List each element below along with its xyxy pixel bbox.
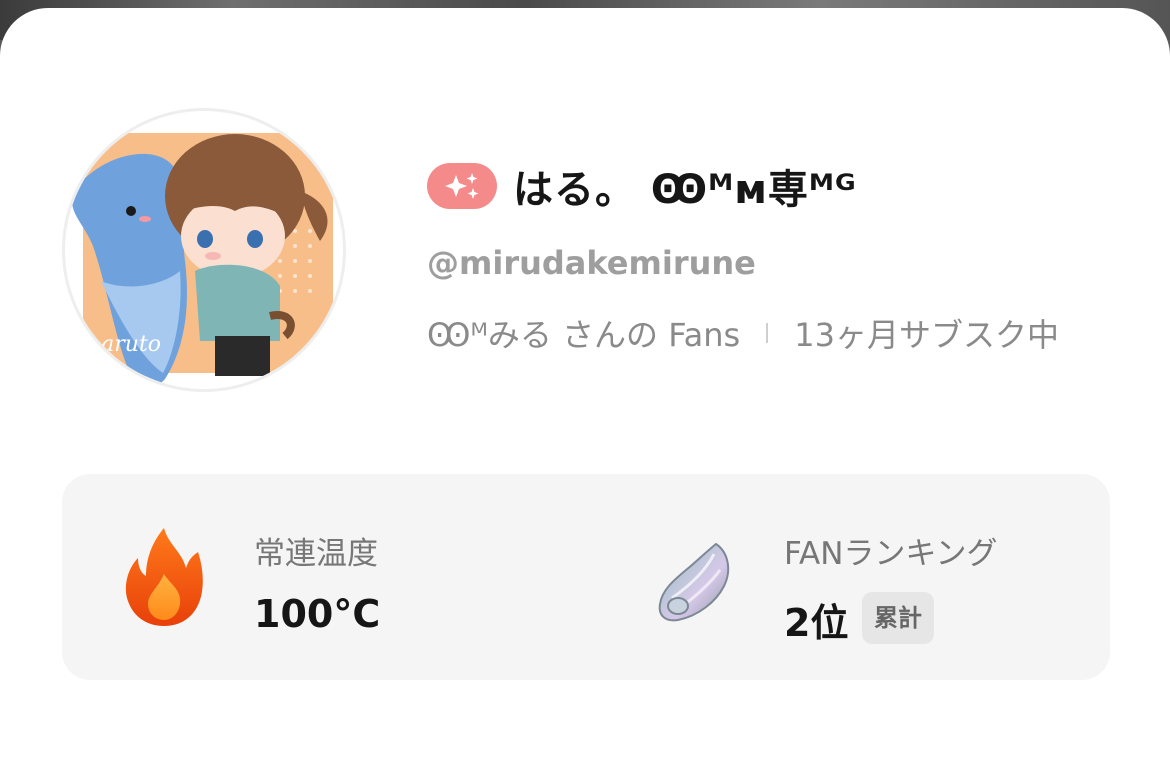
user-handle: @mirudakemirune [427, 244, 756, 282]
flame-icon [125, 528, 203, 626]
regular-temp-label: 常連温度 [254, 536, 378, 572]
display-name: はる。 Ꙭᴹᴍ専ᴹᴳ [513, 167, 857, 213]
cumulative-badge: 累計 [862, 592, 934, 644]
regular-temp-value: 100°C [254, 592, 381, 636]
stats-card: 常連温度 100°C FANランキング 2位 累計 [62, 474, 1110, 680]
sparkles-badge [427, 163, 497, 209]
sparkles-icon [445, 173, 479, 199]
name-row: はる。 Ꙭᴹᴍ専ᴹᴳ [427, 158, 857, 214]
fan-info-row: Ꙭᴹみる さんの Fans 13ヶ月サブスク中 [427, 311, 1059, 355]
subscription-duration: 13ヶ月サブスク中 [794, 316, 1059, 354]
avatar-illustration: haruto [72, 133, 333, 386]
stat-regular-temp[interactable]: 常連温度 100°C [62, 474, 586, 680]
fan-ranking-label: FANランキング [784, 536, 998, 572]
fan-of-text[interactable]: Ꙭᴹみる さんの Fans [427, 310, 740, 356]
avatar-signature: haruto [87, 332, 161, 357]
profile-sheet: haruto はる。 Ꙭᴹᴍ専ᴹᴳ @mirudakemirune Ꙭᴹみる さ… [0, 8, 1170, 782]
avatar[interactable]: haruto [62, 108, 346, 392]
divider [766, 323, 769, 343]
stat-fan-ranking[interactable]: FANランキング 2位 累計 [586, 474, 1110, 680]
fan-ranking-value: 2位 [784, 601, 849, 645]
silver-wing-icon [658, 542, 730, 622]
